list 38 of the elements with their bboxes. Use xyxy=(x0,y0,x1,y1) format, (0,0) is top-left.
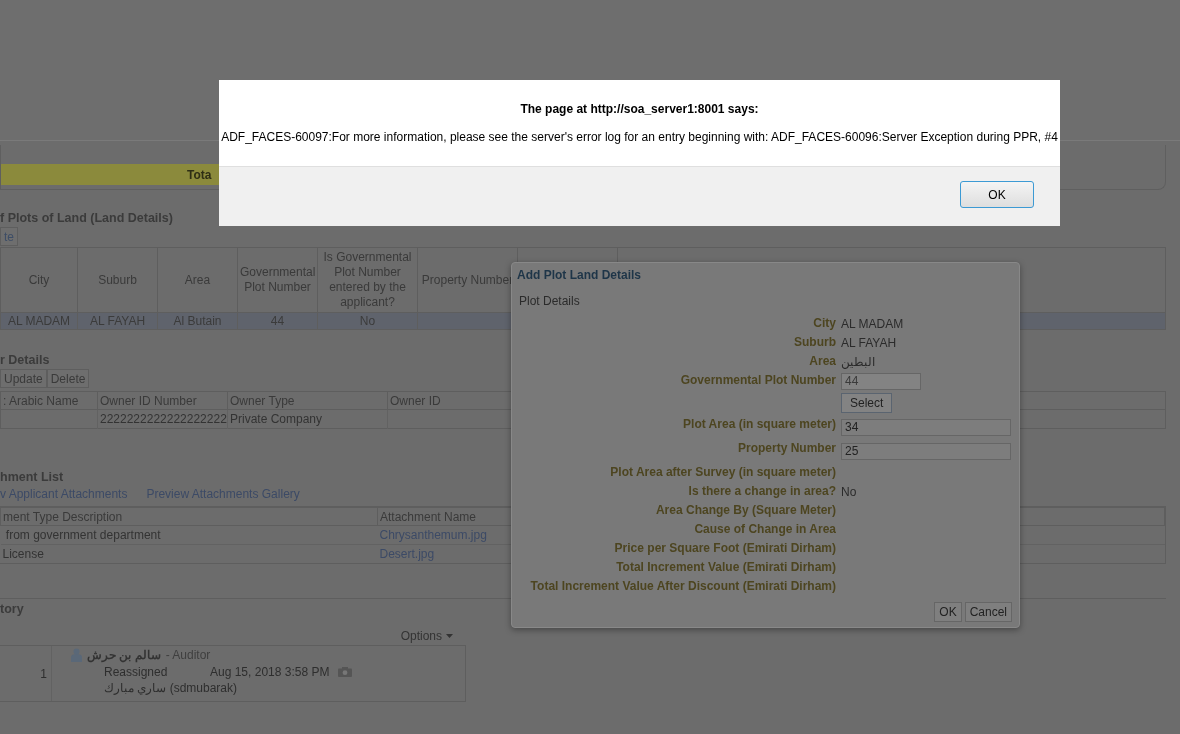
input-field[interactable]: 34 xyxy=(841,418,1011,436)
dialog-button[interactable]: OK xyxy=(934,602,962,622)
table-cell: 2222222222222222222 xyxy=(100,412,227,426)
section-label: Plot Details xyxy=(518,293,581,307)
camera-icon xyxy=(338,667,352,677)
field-label: City xyxy=(813,316,836,330)
field-label: Is there a change in area? xyxy=(688,484,836,498)
field-label: Suburb xyxy=(794,335,836,349)
assignee-text: ساري مبارك (sdmubarak) xyxy=(104,681,239,695)
field-label: Total Increment Value (Emirati Dirham) xyxy=(616,560,836,574)
options-menu[interactable]: Options xyxy=(400,627,453,645)
action-text: Reassigned xyxy=(104,665,169,679)
field-value: AL MADAM xyxy=(841,316,904,331)
field-value: البطين xyxy=(841,354,875,369)
field-value: No xyxy=(841,484,857,499)
field-label: Property Number xyxy=(737,441,836,455)
field-value: AL FAYAH xyxy=(841,335,897,350)
total-label: Tota xyxy=(187,167,212,182)
user-name: سالم بن حرش xyxy=(87,648,161,662)
dialog-title: Add Plot Land Details xyxy=(516,267,642,284)
input-field[interactable]: 25 xyxy=(841,442,1011,460)
entry-number: 1 xyxy=(40,666,47,681)
field-label: Plot Area after Survey (in square meter) xyxy=(610,465,836,479)
alert-message: ADF_FACES-60097:For more information, please see the server's error log for an entry beginning with: ADF_FACES-60096:Server Exception during PPR, #4 xyxy=(220,130,1059,144)
field-label: Area xyxy=(809,354,836,368)
caret-icon xyxy=(446,634,453,638)
table-cell-text: from government department xyxy=(4,528,161,542)
date-text: Aug 15, 2018 3:58 PM xyxy=(210,665,331,679)
alert-title: The page at http://soa_server1:8001 says: xyxy=(519,102,760,116)
field-label: Price per Square Foot (Emirati Dirham) xyxy=(614,541,836,555)
table-cell: Private Company xyxy=(230,412,323,426)
select-button[interactable]: Select xyxy=(841,393,893,413)
field-label: Governmental Plot Number xyxy=(680,373,836,387)
field-label: Plot Area (in square meter) xyxy=(683,417,836,431)
ok-button[interactable]: OK xyxy=(960,181,1034,208)
dialog-button[interactable]: Cancel xyxy=(964,602,1012,622)
table-cell: License xyxy=(2,547,44,561)
field-label: Total Increment Value After Discount (Emirati Dirham) xyxy=(530,579,836,593)
